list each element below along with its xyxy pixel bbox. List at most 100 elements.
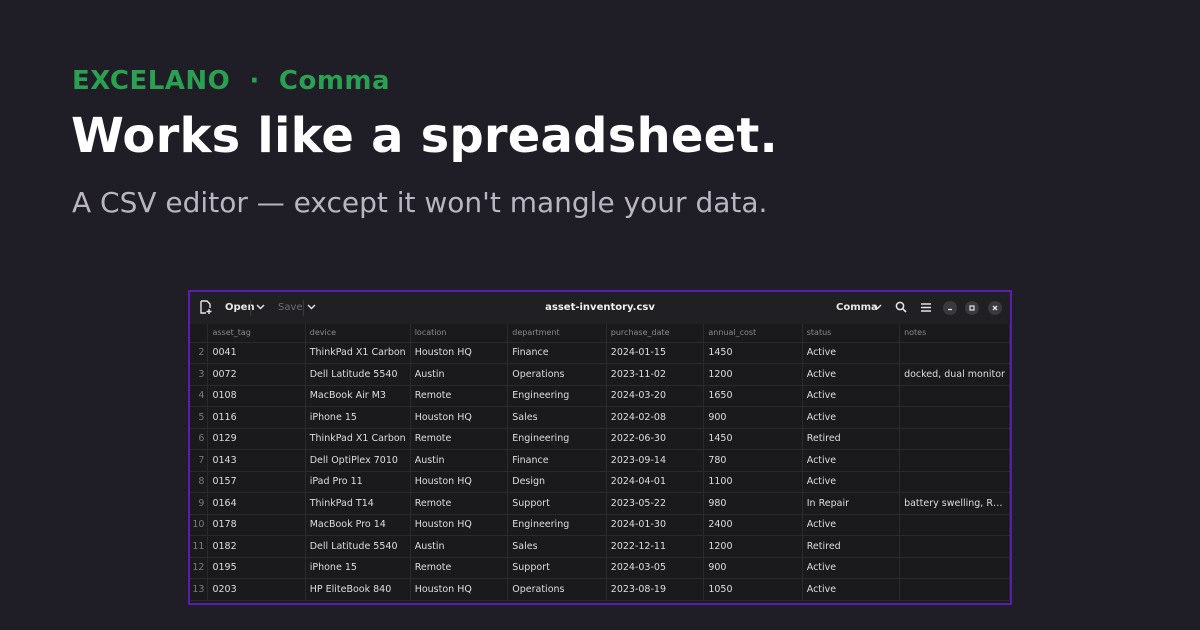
table-cell[interactable] xyxy=(899,514,1010,536)
table-cell[interactable]: Houston HQ xyxy=(410,342,509,364)
row-number[interactable]: 12 xyxy=(190,557,209,579)
table-cell[interactable]: 0129 xyxy=(207,428,306,450)
table-cell[interactable]: Active xyxy=(802,578,901,601)
column-header[interactable]: location xyxy=(410,324,509,343)
table-cell[interactable]: 0195 xyxy=(207,557,306,579)
table-cell[interactable]: Active xyxy=(802,557,901,579)
table-cell[interactable]: 980 xyxy=(703,492,803,515)
table-cell[interactable] xyxy=(899,406,1010,429)
table-cell[interactable]: 900 xyxy=(703,406,803,429)
table-cell[interactable]: 2023-09-14 xyxy=(606,449,705,472)
table-cell[interactable]: 1450 xyxy=(703,428,803,450)
row-number[interactable]: 7 xyxy=(190,449,209,472)
table-cell[interactable]: ThinkPad X1 Carbon xyxy=(305,342,411,364)
table-cell[interactable]: MacBook Pro 14 xyxy=(305,514,411,536)
row-number[interactable]: 9 xyxy=(190,492,209,515)
table-cell[interactable]: 2023-05-22 xyxy=(606,492,705,515)
column-header[interactable]: asset_tag xyxy=(207,324,306,343)
table-cell[interactable] xyxy=(899,342,1010,364)
table-cell[interactable]: 0072 xyxy=(207,363,306,386)
column-header[interactable]: notes xyxy=(899,324,1010,343)
table-cell[interactable]: Support xyxy=(507,492,607,515)
table-cell[interactable]: Sales xyxy=(507,535,607,558)
row-number[interactable]: 3 xyxy=(190,363,209,386)
table-cell[interactable]: Active xyxy=(802,342,901,364)
row-number[interactable]: 2 xyxy=(190,342,209,364)
table-cell[interactable]: 0108 xyxy=(207,385,306,407)
new-document-icon[interactable] xyxy=(199,300,213,315)
table-cell[interactable]: Austin xyxy=(410,363,509,386)
table-cell[interactable]: Engineering xyxy=(507,514,607,536)
table-cell[interactable]: Houston HQ xyxy=(410,406,509,429)
table-cell[interactable]: HP EliteBook 840 xyxy=(305,578,411,601)
chevron-down-icon[interactable] xyxy=(256,303,265,310)
table-cell[interactable]: 0203 xyxy=(207,578,306,601)
table-cell[interactable]: Active xyxy=(802,406,901,429)
table-cell[interactable]: 1200 xyxy=(703,535,803,558)
column-header[interactable]: purchase_date xyxy=(606,324,705,343)
table-cell[interactable]: 1450 xyxy=(703,342,803,364)
table-cell[interactable]: 900 xyxy=(703,557,803,579)
column-header[interactable]: device xyxy=(305,324,411,343)
table-cell[interactable]: 2024-03-05 xyxy=(606,557,705,579)
table-cell[interactable]: 2024-01-15 xyxy=(606,342,705,364)
table-cell[interactable]: Support xyxy=(507,557,607,579)
row-number[interactable]: 4 xyxy=(190,385,209,407)
table-cell[interactable]: Dell OptiPlex 7010 xyxy=(305,449,411,472)
table-cell[interactable]: MacBook Air M3 xyxy=(305,385,411,407)
maximize-button[interactable] xyxy=(965,301,979,315)
table-cell[interactable]: 2023-08-19 xyxy=(606,578,705,601)
table-cell[interactable]: 2024-04-01 xyxy=(606,471,705,493)
table-cell[interactable]: Remote xyxy=(410,492,509,515)
table-cell[interactable]: 1200 xyxy=(703,363,803,386)
delimiter-select[interactable]: Comma xyxy=(836,302,878,313)
table-cell[interactable]: Remote xyxy=(410,557,509,579)
table-cell[interactable]: Retired xyxy=(802,428,901,450)
table-cell[interactable]: Operations xyxy=(507,363,607,386)
table-cell[interactable]: Active xyxy=(802,449,901,472)
row-number[interactable]: 10 xyxy=(190,514,209,536)
table-cell[interactable]: Houston HQ xyxy=(410,514,509,536)
row-number[interactable]: 13 xyxy=(190,578,209,601)
table-cell[interactable]: Engineering xyxy=(507,385,607,407)
table-cell[interactable] xyxy=(899,428,1010,450)
table-cell[interactable]: Sales xyxy=(507,406,607,429)
table-cell[interactable]: 2024-03-20 xyxy=(606,385,705,407)
table-cell[interactable]: 2400 xyxy=(703,514,803,536)
table-cell[interactable]: Austin xyxy=(410,535,509,558)
table-cell[interactable]: ThinkPad T14 xyxy=(305,492,411,515)
row-number[interactable]: 5 xyxy=(190,406,209,429)
table-cell[interactable]: 2023-11-02 xyxy=(606,363,705,386)
table-cell[interactable]: iPhone 15 xyxy=(305,557,411,579)
table-cell[interactable]: Finance xyxy=(507,342,607,364)
hamburger-menu-icon[interactable] xyxy=(920,302,932,313)
column-header[interactable]: annual_cost xyxy=(703,324,803,343)
table-cell[interactable]: 1650 xyxy=(703,385,803,407)
table-cell[interactable]: 1050 xyxy=(703,578,803,601)
table-cell[interactable]: Houston HQ xyxy=(410,471,509,493)
table-cell[interactable]: iPad Pro 11 xyxy=(305,471,411,493)
table-cell[interactable]: ThinkPad X1 Carbon xyxy=(305,428,411,450)
table-cell[interactable]: In Repair xyxy=(802,492,901,515)
chevron-down-icon[interactable] xyxy=(307,303,316,310)
table-cell[interactable] xyxy=(899,535,1010,558)
table-cell[interactable]: Remote xyxy=(410,428,509,450)
table-cell[interactable] xyxy=(899,449,1010,472)
table-cell[interactable]: 780 xyxy=(703,449,803,472)
column-header[interactable]: department xyxy=(507,324,607,343)
save-button[interactable]: Save xyxy=(278,302,303,313)
chevron-down-icon[interactable] xyxy=(873,303,882,310)
table-cell[interactable]: Engineering xyxy=(507,428,607,450)
table-cell[interactable]: docked, dual monitor xyxy=(899,363,1010,386)
table-cell[interactable]: Houston HQ xyxy=(410,578,509,601)
table-cell[interactable]: 0182 xyxy=(207,535,306,558)
row-number[interactable]: 6 xyxy=(190,428,209,450)
column-header[interactable]: status xyxy=(802,324,901,343)
table-cell[interactable]: Retired xyxy=(802,535,901,558)
table-cell[interactable]: 2022-06-30 xyxy=(606,428,705,450)
row-number[interactable]: 11 xyxy=(190,535,209,558)
table-cell[interactable]: Remote xyxy=(410,385,509,407)
search-icon[interactable] xyxy=(895,301,907,313)
minimize-button[interactable] xyxy=(943,301,957,315)
table-cell[interactable]: 1100 xyxy=(703,471,803,493)
